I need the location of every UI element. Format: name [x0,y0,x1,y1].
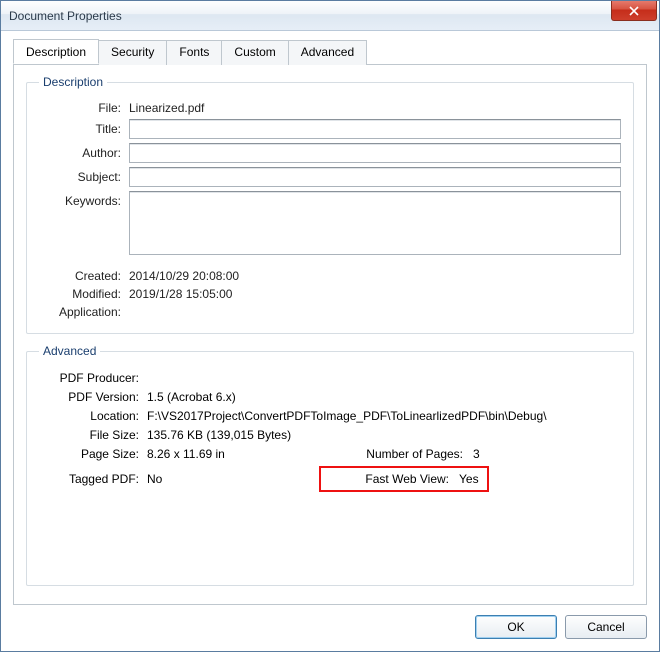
tab-advanced-label: Advanced [301,45,354,59]
dialog-content: Description Security Fonts Custom Advanc… [1,31,659,651]
tab-custom-label: Custom [234,45,275,59]
file-label: File: [39,101,129,115]
version-label: PDF Version: [39,390,147,404]
tab-security[interactable]: Security [98,40,167,65]
subject-label: Subject: [39,170,129,184]
group-description-legend: Description [39,75,107,89]
button-bar: OK Cancel [13,605,647,639]
modified-value: 2019/1/28 15:05:00 [129,287,232,301]
pagesize-value: 8.26 x 11.69 in [147,447,327,461]
fastweb-value: Yes [459,472,479,486]
group-advanced: Advanced PDF Producer: PDF Version: 1.5 … [26,344,634,586]
filesize-label: File Size: [39,428,147,442]
title-field[interactable] [129,119,621,139]
author-field[interactable] [129,143,621,163]
tab-custom[interactable]: Custom [221,40,288,65]
created-label: Created: [39,269,129,283]
tab-advanced[interactable]: Advanced [288,40,367,65]
producer-label: PDF Producer: [39,371,147,385]
dialog-window: Document Properties Description Security… [0,0,660,652]
tab-security-label: Security [111,45,154,59]
fastweb-highlight: Fast Web View: Yes [319,466,489,492]
tab-body: Description File: Linearized.pdf Title: … [13,65,647,605]
fastweb-label: Fast Web View: [329,472,459,486]
application-label: Application: [39,305,129,319]
pagesize-label: Page Size: [39,447,147,461]
cancel-button-label: Cancel [587,620,624,634]
numpages-label: Number of Pages: [327,447,473,461]
tab-fonts[interactable]: Fonts [166,40,222,65]
tagged-value: No [147,472,327,486]
file-value: Linearized.pdf [129,101,204,115]
group-description: Description File: Linearized.pdf Title: … [26,75,634,334]
tab-description-label: Description [26,45,86,59]
modified-label: Modified: [39,287,129,301]
window-title: Document Properties [9,9,122,23]
tagged-label: Tagged PDF: [39,472,147,486]
close-icon [629,6,639,16]
tab-description[interactable]: Description [13,39,99,64]
title-label: Title: [39,122,129,136]
numpages-value: 3 [473,447,480,461]
titlebar: Document Properties [1,1,659,31]
tab-fonts-label: Fonts [179,45,209,59]
location-value: F:\VS2017Project\ConvertPDFToImage_PDF\T… [147,409,621,423]
cancel-button[interactable]: Cancel [565,615,647,639]
author-label: Author: [39,146,129,160]
subject-field[interactable] [129,167,621,187]
version-value: 1.5 (Acrobat 6.x) [147,390,621,404]
ok-button[interactable]: OK [475,615,557,639]
group-advanced-legend: Advanced [39,344,100,358]
keywords-label: Keywords: [39,191,129,208]
created-value: 2014/10/29 20:08:00 [129,269,239,283]
filesize-value: 135.76 KB (139,015 Bytes) [147,428,621,442]
ok-button-label: OK [507,620,524,634]
location-label: Location: [39,409,147,423]
tabstrip: Description Security Fonts Custom Advanc… [13,39,647,65]
keywords-field[interactable] [129,191,621,255]
close-button[interactable] [611,1,657,21]
